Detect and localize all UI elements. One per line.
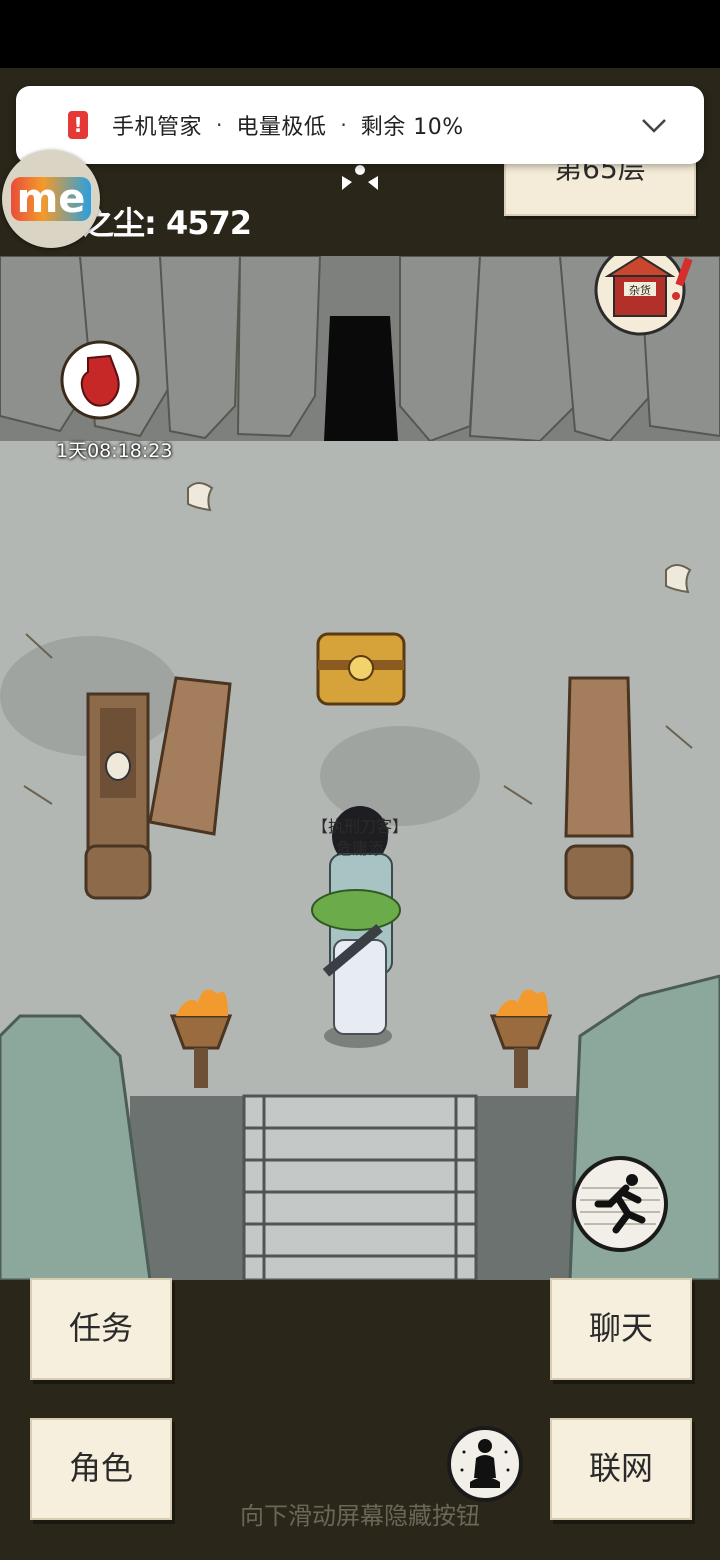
status-bar [0, 0, 720, 68]
notif-message: 电量极低 [236, 115, 327, 140]
notif-app: 手机管家 [112, 115, 203, 140]
hide-buttons-hint: 向下滑动屏幕隐藏按钮 [240, 1502, 480, 1530]
notif-sep: · [340, 113, 347, 137]
warning-icon: ! [68, 111, 88, 139]
game-scene[interactable]: 杂货 [0, 256, 720, 1280]
npc-label[interactable]: 【执刑刀客】 危庸添 [300, 816, 420, 860]
task-button[interactable]: 任务 [30, 1278, 172, 1380]
treasure-chest-icon [316, 632, 406, 706]
notif-remaining: 剩余 10% [360, 115, 464, 140]
battery-notification[interactable]: ! 手机管家 · 电量极低 · 剩余 10% [16, 86, 704, 164]
me-app-logo[interactable]: me [2, 150, 100, 248]
npc-title: 【执刑刀客】 [311, 817, 408, 836]
run-icon[interactable] [570, 1154, 670, 1254]
chevron-down-icon[interactable] [640, 111, 668, 139]
shop-label: 杂货 [629, 283, 651, 297]
chat-button[interactable]: 聊天 [550, 1278, 692, 1380]
event-timer: 1天08:18:23 [56, 440, 173, 462]
notif-sep: · [216, 113, 223, 137]
shop-icon[interactable]: 杂货 [592, 256, 700, 346]
npc-name: 危庸添 [335, 839, 384, 858]
compass-ornament-icon [342, 165, 378, 190]
coffin-left [84, 692, 152, 900]
coffin-right [564, 676, 634, 900]
meditate-icon[interactable] [446, 1422, 524, 1506]
red-pouch-icon[interactable] [58, 338, 142, 422]
